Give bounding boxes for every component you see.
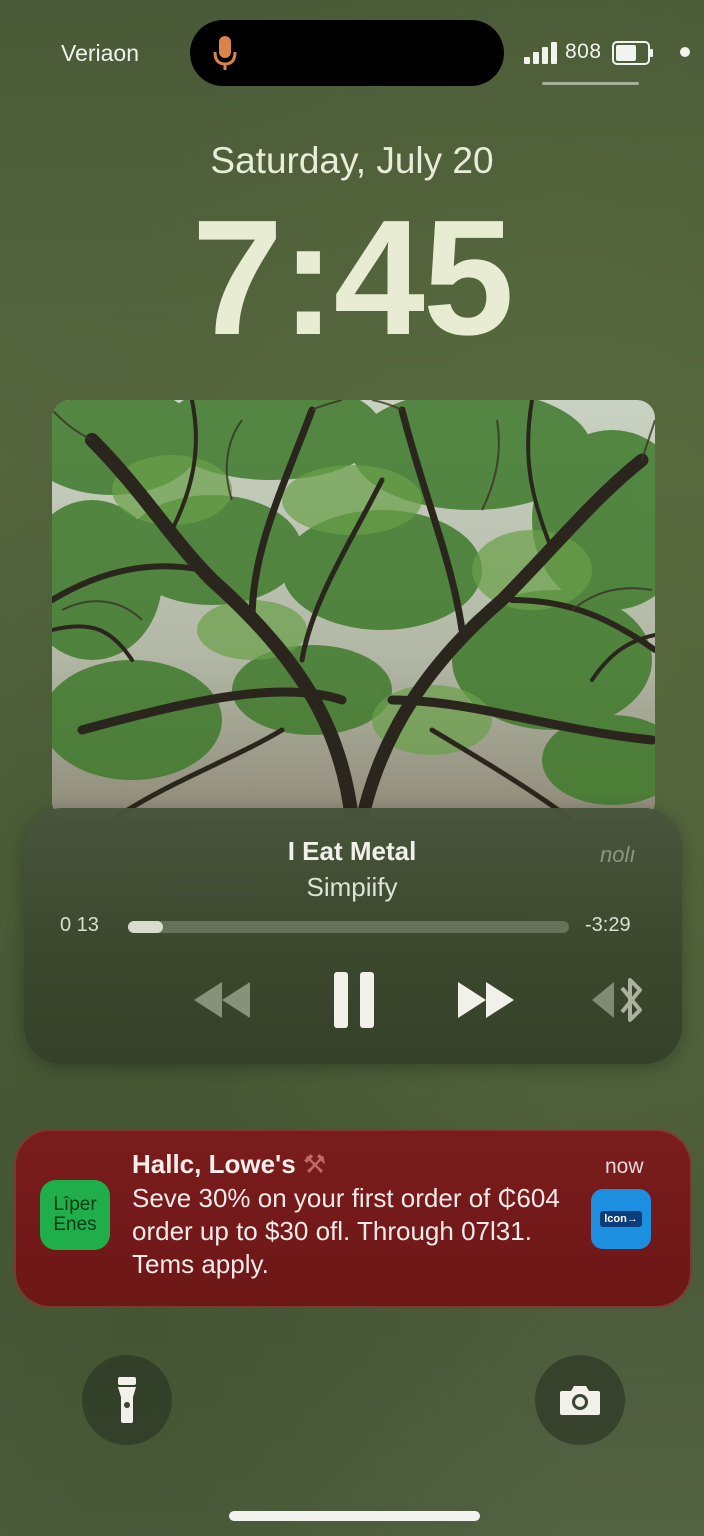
artist-name: Simpiify: [306, 872, 398, 902]
rewind-icon: [194, 982, 250, 1018]
dot-icon: [680, 47, 690, 57]
home-indicator[interactable]: [229, 1511, 480, 1521]
song-title: I Eat Metal: [287, 836, 417, 866]
camera-button[interactable]: [535, 1355, 625, 1445]
rewind-button[interactable]: [190, 968, 254, 1032]
notification-title-text: Hallc, Lowe's: [132, 1149, 296, 1179]
progress-fill: [128, 921, 163, 933]
notification-time: now: [605, 1155, 644, 1178]
progress-track[interactable]: [128, 921, 569, 933]
lock-date: Saturday, July 20: [210, 140, 494, 181]
app-icon-line-1: Lîper: [53, 1194, 97, 1215]
hammer-emoji-icon: ⚒: [302, 1149, 327, 1179]
notification-title: Hallc, Lowe's ⚒: [132, 1149, 326, 1180]
thumbnail-label: lcon→: [600, 1211, 642, 1227]
network-indicator: 808: [565, 40, 602, 63]
album-artwork[interactable]: [52, 400, 655, 820]
notification-body: Seve 30% on your first order of ₵604 ord…: [132, 1183, 560, 1279]
carrier-label: Veriaon: [61, 40, 140, 66]
mic-icon: [213, 36, 237, 70]
battery-icon: [612, 41, 653, 65]
pause-icon: [334, 972, 374, 1028]
flashlight-icon: [118, 1377, 136, 1423]
dynamic-island[interactable]: [190, 20, 504, 86]
remaining-time: -3:29: [585, 914, 631, 936]
camera-icon: [560, 1386, 600, 1415]
lock-time: 7:45: [191, 186, 514, 369]
pause-button[interactable]: [330, 968, 378, 1032]
signal-bars-icon: [524, 42, 557, 64]
audio-output-button[interactable]: [588, 968, 652, 1032]
status-underline: [542, 82, 639, 85]
fast-forward-icon: [458, 982, 514, 1018]
audio-output-icon: [592, 978, 642, 1022]
airplay-label[interactable]: nolı: [600, 842, 635, 868]
fast-forward-button[interactable]: [454, 968, 518, 1032]
app-icon: Lîper Enes: [40, 1180, 110, 1250]
elapsed-time: 0 13: [60, 914, 99, 936]
notification-thumbnail: lcon→: [591, 1189, 651, 1249]
flashlight-button[interactable]: [82, 1355, 172, 1445]
app-icon-line-2: Enes: [53, 1214, 97, 1235]
